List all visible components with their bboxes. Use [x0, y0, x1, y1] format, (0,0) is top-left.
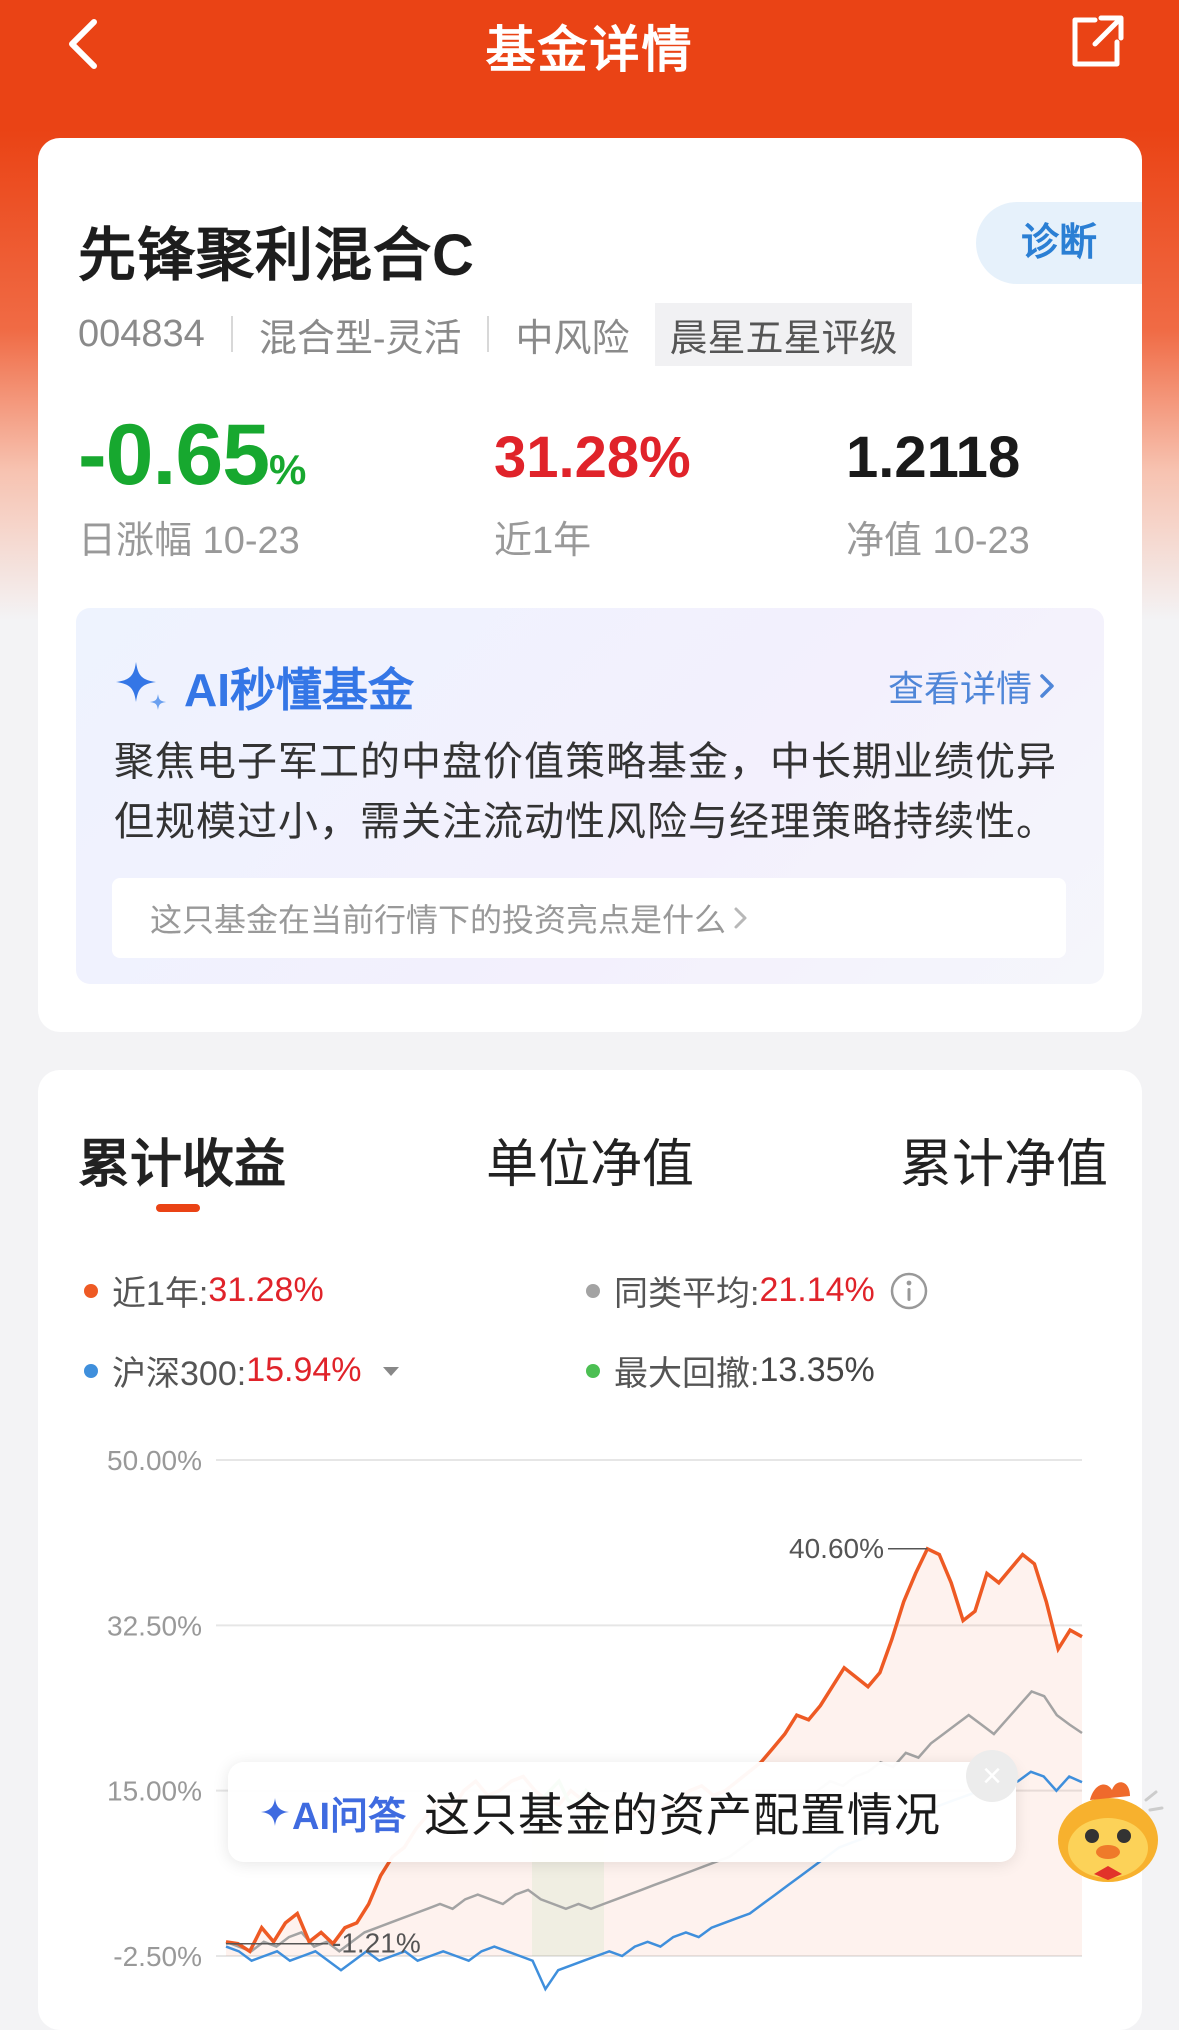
legend-dot	[84, 1363, 98, 1378]
fund-area-fill	[226, 1548, 1082, 1956]
legend-peer-label: 同类平均:	[614, 1275, 760, 1313]
y-tick-label: 32.50%	[107, 1610, 202, 1641]
ai-view-details-link[interactable]: 查看详情	[888, 660, 1062, 712]
ai-qa-tag: AI问答	[258, 1785, 406, 1840]
fund-risk: 中风险	[515, 317, 630, 360]
daily-change-label: 日涨幅 10-23	[78, 520, 300, 562]
legend-dot	[586, 1363, 600, 1378]
legend-index[interactable]: 沪深300: 15.94%	[84, 1346, 408, 1395]
legend-fund-label: 近1年:	[112, 1275, 209, 1313]
ai-summary-text: 聚焦电子军工的中盘价值策略基金，中长期业绩优异但规模过小，需关注流动性风险与经理…	[114, 740, 1057, 844]
fund-summary-card: 先锋聚利混合C 诊断 004834 混合型-灵活 中风险 晨星五星评级 -0.6…	[38, 138, 1142, 1032]
top-nav-bar: 基金详情	[0, 0, 1179, 110]
close-icon[interactable]: ×	[966, 1750, 1018, 1802]
ai-summary-header: AI秒懂基金	[112, 654, 414, 720]
tab-cumulative-return[interactable]: 累计收益	[78, 1122, 286, 1197]
info-icon[interactable]	[889, 1271, 929, 1311]
ai-summary-title: AI秒懂基金	[184, 664, 414, 716]
legend-max-drawdown: 最大回撤: 13.35%	[586, 1346, 875, 1395]
active-tab-indicator	[156, 1204, 200, 1212]
legend-dot	[84, 1283, 98, 1298]
ai-qa-prompt: 这只基金的资产配置情况	[424, 1789, 942, 1841]
legend-index-label: 沪深300:	[112, 1355, 247, 1393]
divider	[230, 316, 233, 352]
page-title: 基金详情	[485, 22, 694, 78]
ai-summary-panel: AI秒懂基金 查看详情 聚焦电子军工的中盘价值策略基金，中长期业绩优异但规模过小…	[76, 608, 1104, 984]
dropdown-triangle-icon	[382, 1366, 399, 1376]
year-return-value: 31.28%	[494, 425, 691, 490]
legend-dot	[586, 1283, 600, 1298]
legend-peer-value: 21.14%	[759, 1271, 875, 1309]
ai-question-text: 这只基金在当前行情下的投资亮点是什么	[150, 902, 727, 938]
max-annotation-label: 40.60%	[789, 1533, 884, 1564]
legend-fund: 近1年: 31.28%	[84, 1266, 324, 1315]
fund-type: 混合型-灵活	[258, 317, 462, 360]
fund-tags: 004834 混合型-灵活 中风险 晨星五星评级	[78, 302, 912, 366]
cumulative-return-chart: 50.00% 32.50% 15.00% -2.50% 40.60% -1.21%	[107, 1445, 1083, 1992]
mascot-chick-icon[interactable]	[1046, 1770, 1164, 1890]
legend-drawdown-value: 13.35%	[759, 1351, 875, 1389]
fund-name: 先锋聚利混合C	[78, 223, 475, 288]
min-annotation-label: -1.21%	[332, 1928, 421, 1959]
ai-qa-floating-bar[interactable]: AI问答 这只基金的资产配置情况	[228, 1762, 1016, 1862]
legend-fund-value: 31.28%	[208, 1271, 324, 1309]
performance-card: 累计收益 单位净值 累计净值 近1年: 31.28% 同类平均: 21.14% …	[38, 1070, 1142, 2030]
sparkle-icon	[261, 1798, 289, 1826]
year-return-label: 近1年	[494, 520, 592, 562]
diagnose-button[interactable]: 诊断	[976, 202, 1142, 284]
fund-code: 004834	[78, 312, 205, 355]
chart-area	[226, 1548, 1082, 1956]
daily-change-stat: -0.65% 日涨幅 10-23	[78, 406, 306, 564]
nav-value: 1.2118	[846, 425, 1021, 490]
nav-stat: 1.2118 净值 10-23	[846, 424, 1030, 564]
nav-label: 净值 10-23	[846, 520, 1030, 562]
y-tick-label: -2.50%	[113, 1941, 202, 1972]
ai-view-details-label: 查看详情	[887, 668, 1032, 709]
ai-qa-label: AI问答	[292, 1795, 407, 1838]
y-tick-label: 15.00%	[107, 1776, 202, 1807]
sparkle-icon	[116, 662, 166, 710]
legend-peer-average: 同类平均: 21.14%	[586, 1266, 929, 1315]
share-icon[interactable]	[1065, 10, 1127, 72]
fund-rating-badge: 晨星五星评级	[655, 302, 912, 366]
year-return-stat: 31.28% 近1年	[494, 424, 691, 564]
daily-change-value: -0.65%	[78, 407, 306, 503]
tab-cumulative-nav[interactable]: 累计净值	[900, 1122, 1108, 1197]
legend-index-value: 15.94%	[246, 1351, 362, 1389]
tab-unit-nav[interactable]: 单位净值	[486, 1122, 694, 1197]
divider	[487, 316, 490, 352]
chevron-right-icon	[734, 907, 747, 929]
legend-drawdown-label: 最大回撤:	[614, 1355, 760, 1393]
chevron-right-icon	[1040, 674, 1054, 698]
chart-tabs: 累计收益 单位净值 累计净值	[38, 1122, 1142, 1212]
y-tick-label: 50.00%	[107, 1445, 202, 1476]
ai-suggested-question[interactable]: 这只基金在当前行情下的投资亮点是什么	[112, 878, 1066, 958]
